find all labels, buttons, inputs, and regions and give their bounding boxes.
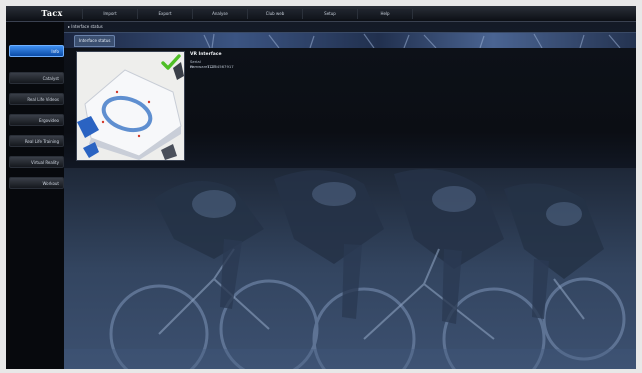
menu-bar: Tacx Import Export Analyse Club web Setu… <box>6 6 636 22</box>
tab-strip: Interface status <box>64 32 636 49</box>
sidebar: Info Catalyst Real Life Videos Ergovideo… <box>6 22 64 369</box>
breadcrumb: ▸ Interface status <box>68 24 103 29</box>
sidebar-item-real-life-training[interactable]: Real Life Training <box>9 135 64 147</box>
sidebar-item-real-life-videos[interactable]: Real Life Videos <box>9 93 64 105</box>
app-window: Tacx Import Export Analyse Club web Setu… <box>6 6 636 369</box>
cyclists-background-image <box>64 169 636 369</box>
device-firmware-row: Firmware 1.23 <box>190 64 216 69</box>
sidebar-item-workout[interactable]: Workout <box>9 177 64 189</box>
sidebar-item-ergovideo[interactable]: Ergovideo <box>9 114 64 126</box>
menu-item-analyse[interactable]: Analyse <box>192 9 247 19</box>
menu-item-setup[interactable]: Setup <box>302 9 357 19</box>
tab-strip-texture <box>203 33 621 49</box>
tab-interface-status[interactable]: Interface status <box>74 35 116 47</box>
device-name: VR Interface <box>190 52 222 57</box>
firmware-value: 1.23 <box>207 64 216 69</box>
sidebar-item-virtual-reality[interactable]: Virtual Reality <box>9 156 64 168</box>
menu-item-club-web[interactable]: Club web <box>247 9 302 19</box>
main-content: ▸ Interface status Interface status VR I… <box>64 22 636 369</box>
firmware-label: Firmware <box>190 64 208 69</box>
menu-item-export[interactable]: Export <box>137 9 192 19</box>
menu-item-help[interactable]: Help <box>357 9 413 19</box>
app-logo: Tacx <box>41 8 63 18</box>
sidebar-item-info[interactable]: Info <box>9 45 64 57</box>
sidebar-item-catalyst[interactable]: Catalyst <box>9 72 64 84</box>
vr-interface-device-image <box>76 51 185 161</box>
device-status-panel: VR Interface Serial nr. T1234567917 Firm… <box>64 48 636 169</box>
checkmark-icon <box>161 54 181 70</box>
menu-item-import[interactable]: Import <box>82 9 137 19</box>
